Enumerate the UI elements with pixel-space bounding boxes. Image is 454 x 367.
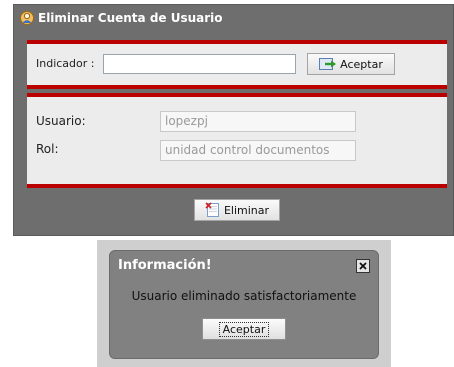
user-field: lopezpj	[160, 111, 356, 132]
window-title: Eliminar Cuenta de Usuario	[38, 11, 223, 25]
accept-label: Aceptar	[340, 57, 383, 71]
indicator-input[interactable]	[103, 54, 296, 74]
role-field: unidad control documentos	[160, 140, 356, 161]
dialog-ok-button[interactable]: Aceptar	[202, 318, 286, 340]
dialog-title: Información!	[118, 258, 212, 273]
window-titlebar: Eliminar Cuenta de Usuario	[14, 5, 453, 31]
delete-account-window: Eliminar Cuenta de Usuario Indicador : A…	[13, 4, 454, 236]
delete-label: Eliminar	[223, 203, 270, 217]
dialog-ok-label: Aceptar	[218, 321, 270, 337]
search-panel: Indicador : Aceptar	[27, 40, 447, 89]
role-label: Rol:	[36, 142, 59, 156]
user-details-panel: Usuario: lopezpj Rol: unidad control doc…	[27, 93, 447, 188]
user-icon	[20, 11, 34, 25]
arrow-go-icon	[319, 58, 337, 70]
user-label: Usuario:	[36, 114, 86, 128]
delete-button[interactable]: Eliminar	[194, 199, 280, 221]
indicator-label: Indicador :	[36, 57, 95, 70]
accept-button[interactable]: Aceptar	[307, 53, 395, 75]
dialog-message: Usuario eliminado satisfactoriamente	[131, 289, 357, 303]
close-icon[interactable]	[356, 259, 370, 273]
delete-document-icon	[205, 202, 219, 217]
info-dialog: Información! Usuario eliminado satisfact…	[109, 250, 379, 359]
